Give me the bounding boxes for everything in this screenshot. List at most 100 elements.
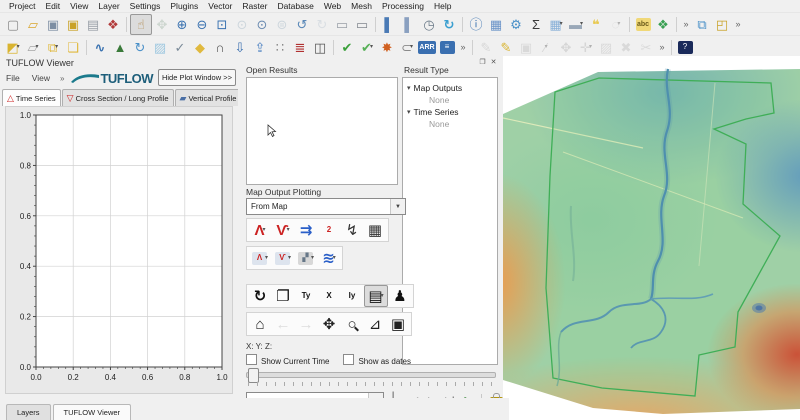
user-plot-icon[interactable]: ♟ <box>389 286 411 306</box>
new-layout-icon[interactable]: ▭ <box>332 15 352 34</box>
select-by-location-icon[interactable]: ❏ <box>63 38 83 57</box>
time-slider-handle[interactable] <box>248 368 259 383</box>
axis-ty-icon[interactable]: Ty <box>295 286 317 306</box>
tof-tools-icon[interactable]: ∷ <box>270 38 290 57</box>
shield-check-icon[interactable]: ✓ <box>170 38 190 57</box>
refresh-plot-icon[interactable]: ↻ <box>249 286 271 306</box>
measure-icon[interactable]: ▬▾ <box>566 15 586 34</box>
georeferencer-icon[interactable]: ↻ <box>130 38 150 57</box>
tree-collapse-icon[interactable]: ▾ <box>407 108 411 116</box>
zoom-in-icon[interactable]: ⊕ <box>172 15 192 34</box>
map-tips-icon[interactable]: ❝ <box>586 15 606 34</box>
pencil-edit-icon[interactable]: ✎ <box>496 38 516 57</box>
attribute-table-icon[interactable]: ▦ <box>486 15 506 34</box>
menu-edit[interactable]: Edit <box>40 1 65 11</box>
menu-raster[interactable]: Raster <box>237 1 272 11</box>
checkbox-show-current-time[interactable]: Show Current Time <box>246 354 329 366</box>
python-console-icon[interactable]: ∿ <box>90 38 110 57</box>
plot-timeseries-icon[interactable]: Λ▾ <box>249 220 271 240</box>
plot-source-combo[interactable]: From Map ▼ <box>246 198 406 215</box>
show-bookmarks-icon[interactable]: ▌ <box>399 15 419 34</box>
tuflow-menu-overflow[interactable]: » <box>56 74 68 83</box>
save-plot-icon[interactable]: ▣ <box>387 314 409 334</box>
tree-node[interactable]: ▾Time Series <box>407 106 462 118</box>
tab-cross-section-long-profile[interactable]: ▽Cross Section / Long Profile <box>62 89 174 106</box>
dock-tab-tuflow-viewer[interactable]: TUFLOW Viewer <box>53 404 132 420</box>
stripes-legend-icon[interactable]: ≣ <box>290 38 310 57</box>
map-canvas[interactable] <box>503 56 800 420</box>
identify-features-icon[interactable]: ⓘ <box>466 15 486 34</box>
menu-processing[interactable]: Processing <box>377 1 429 11</box>
cursor-trace-icon[interactable]: ↯ <box>341 220 363 240</box>
layout-manager-icon[interactable]: ▭ <box>352 15 372 34</box>
curtain-plot-icon[interactable]: ≋▾ <box>318 248 340 268</box>
batch-cross-section-icon[interactable]: Ѵ▾ <box>272 248 294 268</box>
zoom-plot-icon[interactable]: ○ <box>341 314 363 334</box>
add-vector-layer-icon[interactable]: ⧉ <box>692 15 712 34</box>
1d-section-viewer-icon[interactable]: ▞▾ <box>295 248 317 268</box>
map-themes-icon[interactable]: ▨ <box>150 38 170 57</box>
new-bookmark-icon[interactable]: ▌ <box>379 15 399 34</box>
axis-iy-icon[interactable]: Iy <box>341 286 363 306</box>
select-features-icon[interactable]: ◩▾ <box>3 38 23 57</box>
dock-tab-layers[interactable]: Layers <box>6 404 51 420</box>
toolbar-overflow-icon[interactable]: » <box>656 38 668 57</box>
zoom-out-icon[interactable]: ⊖ <box>192 15 212 34</box>
temporal-controller-icon[interactable]: ◷ <box>419 15 439 34</box>
hide-plot-window-button[interactable]: Hide Plot Window >> <box>158 69 236 86</box>
save-project-as-icon[interactable]: ▣ <box>63 15 83 34</box>
osm-plugin-icon[interactable]: ✸ <box>377 38 397 57</box>
new-print-layout-icon[interactable]: ▤ <box>83 15 103 34</box>
db-arch-icon[interactable]: ∩ <box>210 38 230 57</box>
zoom-last-icon[interactable]: ↺ <box>292 15 312 34</box>
home-view-icon[interactable]: ⌂ <box>249 314 271 334</box>
axis-x-icon[interactable]: X <box>318 286 340 306</box>
menu-project[interactable]: Project <box>4 1 40 11</box>
data-source-manager-icon[interactable]: ◰ <box>712 15 732 34</box>
toolbar-overflow-icon[interactable]: » <box>680 15 692 34</box>
tree-collapse-icon[interactable]: ▾ <box>407 84 411 92</box>
tuflow-menu-file[interactable]: File <box>0 73 26 83</box>
data-table-icon[interactable]: ▦ <box>364 220 386 240</box>
select-by-value-icon[interactable]: ⧉▾ <box>43 38 63 57</box>
line-style-icon[interactable]: ⊿ <box>364 314 386 334</box>
import-results-icon[interactable]: ⇪ <box>250 38 270 57</box>
new-project-icon[interactable]: ▢ <box>3 15 23 34</box>
menu-mesh[interactable]: Mesh <box>346 1 377 11</box>
clear-plot-icon[interactable]: ❐ <box>272 286 294 306</box>
batch-timeseries-icon[interactable]: Λ▾ <box>249 248 271 268</box>
zoom-to-layer-icon[interactable]: ⊙ <box>252 15 272 34</box>
notes-icon[interactable]: ≡ <box>437 38 457 57</box>
tab-time-series[interactable]: △Time Series <box>2 89 61 106</box>
style-manager-icon[interactable]: ❖ <box>103 15 123 34</box>
secondary-axis-icon[interactable]: 2 <box>318 220 340 240</box>
attachment-icon[interactable]: ⊂▾ <box>397 38 417 57</box>
field-calculator-icon[interactable]: ▦▾ <box>546 15 566 34</box>
pan-plot-icon[interactable]: ✥ <box>318 314 340 334</box>
menu-web[interactable]: Web <box>319 1 346 11</box>
menu-plugins[interactable]: Plugins <box>165 1 203 11</box>
flux-line-icon[interactable]: ⇉ <box>295 220 317 240</box>
menu-help[interactable]: Help <box>429 1 456 11</box>
raster-swatch-icon[interactable]: ◫ <box>310 38 330 57</box>
check-valid-icon[interactable]: ✔ <box>337 38 357 57</box>
toolbar-overflow-icon[interactable]: » <box>732 15 744 34</box>
plot-cross-section-icon[interactable]: Ѵ▾ <box>272 220 294 240</box>
menu-vector[interactable]: Vector <box>203 1 237 11</box>
decorations-icon[interactable]: ❖ <box>653 15 673 34</box>
zoom-full-icon[interactable]: ⊡ <box>212 15 232 34</box>
menu-database[interactable]: Database <box>272 1 318 11</box>
menu-view[interactable]: View <box>65 1 93 11</box>
pan-map-icon[interactable]: ☝ <box>130 14 152 35</box>
menu-layer[interactable]: Layer <box>93 1 124 11</box>
combo-dropdown-icon[interactable]: ▼ <box>390 199 405 214</box>
save-project-icon[interactable]: ▣ <box>43 15 63 34</box>
plot-canvas[interactable]: 0.00.00.20.20.40.40.60.60.80.81.01.0 <box>5 106 233 394</box>
refresh-map-icon[interactable]: ↻ <box>439 15 459 34</box>
menu-settings[interactable]: Settings <box>125 1 166 11</box>
tab-vertical-profile[interactable]: ▰Vertical Profile <box>175 89 238 106</box>
raster-terrain-icon[interactable]: ▲ <box>110 38 130 57</box>
dock-float-icon[interactable]: ❐ <box>478 58 487 67</box>
arr-plugin-icon[interactable]: ARR <box>417 38 437 57</box>
check-topology-icon[interactable]: ✔▾ <box>357 38 377 57</box>
